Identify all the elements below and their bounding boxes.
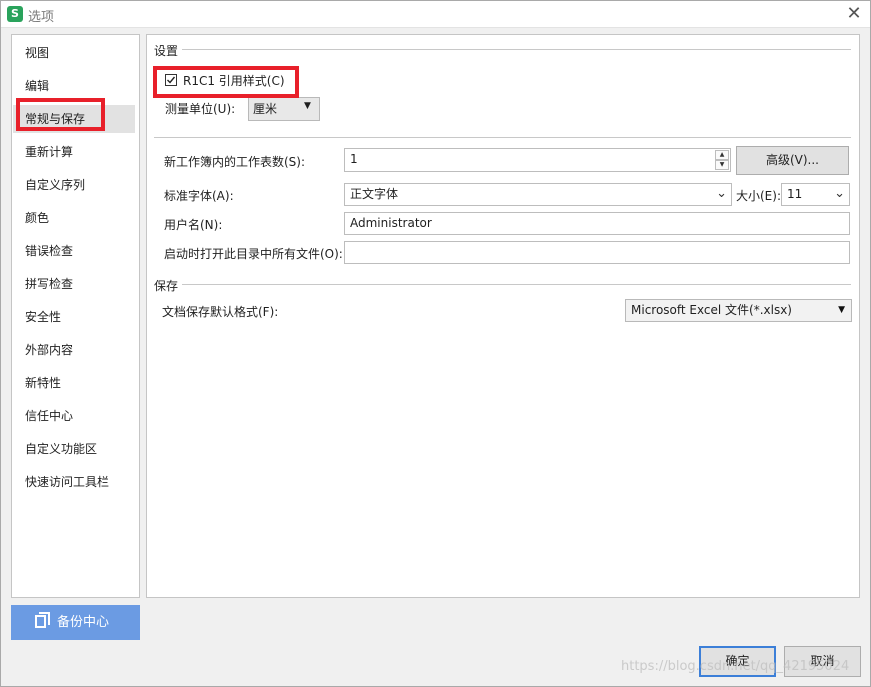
options-dialog: S 选项 ✕ 视图 编辑 常规与保存 重新计算 自定义序列 颜色 错误检查 拼写…	[0, 0, 871, 687]
close-icon[interactable]: ✕	[843, 3, 865, 25]
title-bar: S 选项 ✕	[1, 1, 870, 28]
default-format-dropdown[interactable]: Microsoft Excel 文件(*.xlsx) ▼	[625, 299, 852, 322]
save-divider	[181, 284, 851, 285]
sheets-count-input[interactable]: 1	[344, 148, 731, 172]
chevron-down-icon: ⌄	[716, 186, 727, 201]
nav-item-view[interactable]: 视图	[13, 39, 135, 67]
advanced-button[interactable]: 高级(V)...	[736, 146, 849, 175]
size-value: 11	[787, 187, 803, 201]
settings-divider	[181, 49, 851, 50]
font-dropdown[interactable]: 正文字体 ⌄	[344, 183, 732, 206]
settings-section-title: 设置	[154, 42, 183, 59]
nav-item-edit[interactable]: 编辑	[13, 72, 135, 100]
settings-divider-2	[154, 137, 851, 138]
startup-folder-input[interactable]	[344, 241, 850, 264]
size-label: 大小(E):	[736, 189, 781, 203]
nav-item-security[interactable]: 安全性	[13, 303, 135, 331]
sheets-count-stepper[interactable]: ▲ ▼	[715, 150, 729, 170]
startup-folder-label: 启动时打开此目录中所有文件(O):	[164, 247, 343, 261]
chevron-down-icon: ⌄	[834, 186, 845, 201]
nav-item-recalculation[interactable]: 重新计算	[13, 138, 135, 166]
dialog-title: 选项	[28, 10, 55, 25]
nav-item-error-checking[interactable]: 错误检查	[13, 237, 135, 265]
font-value: 正文字体	[350, 187, 399, 201]
size-dropdown[interactable]: 11 ⌄	[781, 183, 850, 206]
chevron-down-icon: ▼	[304, 101, 311, 111]
sheets-label: 新工作簿内的工作表数(S):	[164, 155, 306, 169]
stepper-up-icon[interactable]: ▲	[715, 150, 729, 160]
default-format-value: Microsoft Excel 文件(*.xlsx)	[631, 303, 792, 317]
nav-item-quick-access-toolbar[interactable]: 快速访问工具栏	[13, 468, 135, 496]
highlight-box-r1c1	[153, 66, 299, 98]
stepper-down-icon[interactable]: ▼	[715, 160, 729, 170]
unit-value: 厘米	[253, 102, 278, 116]
nav-item-external-content[interactable]: 外部内容	[13, 336, 135, 364]
unit-dropdown[interactable]: 厘米 ▼	[248, 97, 320, 121]
default-format-label: 文档保存默认格式(F):	[162, 305, 279, 319]
username-label: 用户名(N):	[164, 218, 223, 232]
wps-spreadsheet-icon: S	[7, 6, 23, 22]
nav-item-new-features[interactable]: 新特性	[13, 369, 135, 397]
nav-item-spelling[interactable]: 拼写检查	[13, 270, 135, 298]
nav-item-color[interactable]: 颜色	[13, 204, 135, 232]
backup-icon	[35, 612, 50, 628]
highlight-box-nav	[16, 98, 105, 131]
nav-item-custom-lists[interactable]: 自定义序列	[13, 171, 135, 199]
save-section-title: 保存	[154, 277, 183, 294]
nav-item-trust-center[interactable]: 信任中心	[13, 402, 135, 430]
username-input[interactable]: Administrator	[344, 212, 850, 235]
watermark: https://blog.csdn.net/qq_42195024	[621, 659, 850, 674]
nav-item-customize-ribbon[interactable]: 自定义功能区	[13, 435, 135, 463]
backup-center-label: 备份中心	[57, 615, 110, 630]
chevron-down-icon: ▼	[838, 305, 845, 315]
backup-center-button[interactable]: 备份中心	[11, 605, 140, 640]
font-label: 标准字体(A):	[164, 189, 234, 203]
unit-label: 测量单位(U):	[165, 102, 236, 116]
